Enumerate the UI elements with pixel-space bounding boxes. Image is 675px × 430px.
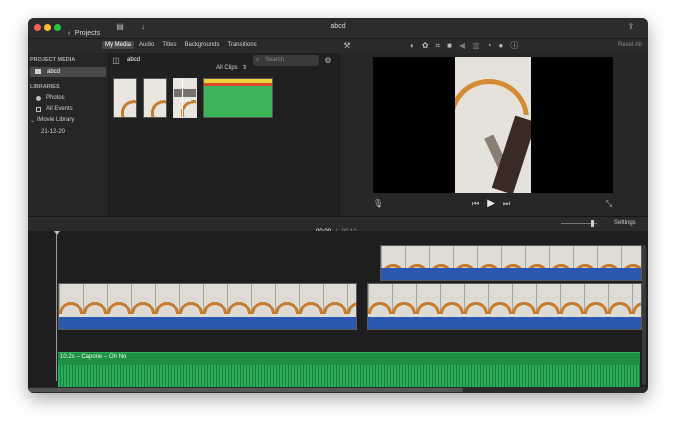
audio-clip-label: 10.2s – Capone – Oh No bbox=[60, 354, 127, 360]
clip-filter-label: All Clips bbox=[216, 65, 238, 71]
magic-wand-icon[interactable]: ⚒ bbox=[342, 41, 352, 51]
disclosure-chevron-icon[interactable]: ⌄ bbox=[30, 117, 35, 124]
thumbnail-image bbox=[114, 79, 136, 117]
timeline: 10.2s – Capone – Oh No bbox=[28, 231, 648, 393]
horizontal-scrollbar[interactable] bbox=[28, 387, 648, 393]
search-placeholder: Search bbox=[265, 57, 285, 63]
sidebar-item-project-label: abcd bbox=[47, 69, 61, 75]
noise-reduction-icon[interactable]: ▥ bbox=[472, 41, 480, 51]
media-thumbnail[interactable] bbox=[113, 78, 137, 118]
sidebar-item-project[interactable]: abcd bbox=[30, 67, 106, 77]
add-clip-icon[interactable]: + bbox=[186, 107, 190, 113]
search-icon: ⌕ bbox=[256, 57, 260, 63]
photos-icon bbox=[36, 96, 41, 101]
audio-thumbnail[interactable] bbox=[203, 78, 273, 118]
libraries-header: LIBRARIES bbox=[30, 84, 60, 90]
media-thumbnail[interactable] bbox=[143, 78, 167, 118]
skip-forward-icon[interactable]: ⏭ bbox=[503, 199, 510, 209]
reset-all-button[interactable]: Reset All bbox=[618, 42, 642, 48]
sidebar-toggle-icon[interactable]: ◫ bbox=[111, 56, 121, 66]
color-correction-icon[interactable]: ✿ bbox=[422, 41, 429, 51]
tab-backgrounds[interactable]: Backgrounds bbox=[182, 41, 223, 49]
project-media-header: PROJECT MEDIA bbox=[30, 57, 76, 63]
volume-icon[interactable]: ◀ bbox=[459, 41, 465, 51]
tab-my-media[interactable]: My Media bbox=[102, 41, 135, 49]
connected-video-clip[interactable] bbox=[380, 245, 642, 281]
crop-icon[interactable]: ⌗ bbox=[436, 41, 441, 51]
search-field[interactable]: ⌕ Search bbox=[253, 55, 319, 66]
updown-chevron-icon: ⇕ bbox=[242, 65, 248, 71]
tab-titles[interactable]: Titles bbox=[159, 41, 179, 49]
playback-controls: ⏮ ▶ ⏭ bbox=[472, 199, 510, 209]
clip-audio-bar bbox=[59, 317, 356, 329]
media-thumbnail-selected[interactable]: 21.0s + bbox=[173, 78, 197, 118]
scrollbar-thumb[interactable] bbox=[28, 388, 463, 392]
tab-transitions[interactable]: Transitions bbox=[225, 41, 260, 49]
back-chevron-icon: ‹ bbox=[68, 30, 71, 37]
info-icon[interactable]: ⓘ bbox=[510, 41, 518, 51]
primary-video-clip[interactable] bbox=[367, 283, 642, 330]
vertical-scrollbar[interactable] bbox=[642, 245, 646, 385]
clip-filter-icon[interactable]: ● bbox=[498, 41, 503, 51]
zoom-slider-thumb[interactable] bbox=[591, 220, 594, 227]
microphone-icon[interactable]: 🎙 bbox=[373, 199, 383, 209]
sidebar-item-event[interactable]: 21-12-20 bbox=[41, 129, 65, 135]
skip-back-icon[interactable]: ⏮ bbox=[472, 199, 479, 209]
clip-filmstrip bbox=[368, 284, 641, 317]
sidebar-item-all-events[interactable]: All Events bbox=[36, 106, 106, 115]
settings-gear-icon[interactable]: ⚙ bbox=[323, 56, 333, 66]
libraries-sidebar: PROJECT MEDIA abcd LIBRARIES Photos All … bbox=[28, 53, 109, 216]
share-icon[interactable]: ⇪ bbox=[626, 22, 636, 32]
skimmer-line bbox=[182, 79, 183, 117]
sidebar-item-imovie-library-label: iMovie Library bbox=[37, 117, 75, 123]
speed-icon[interactable]: ◔ bbox=[487, 41, 492, 51]
clip-duration-label: 21.0s bbox=[178, 98, 192, 104]
clip-filter-dropdown[interactable]: All Clips ⇕ bbox=[216, 56, 247, 71]
film-icon bbox=[35, 69, 41, 74]
video-frame bbox=[455, 57, 531, 193]
primary-video-clip[interactable] bbox=[58, 283, 357, 330]
clip-filmstrip bbox=[381, 246, 641, 268]
playhead-line[interactable] bbox=[56, 231, 57, 381]
tab-audio[interactable]: Audio bbox=[136, 41, 157, 49]
clip-filmstrip bbox=[59, 284, 356, 317]
video-viewer[interactable] bbox=[373, 57, 613, 193]
events-icon bbox=[36, 107, 41, 112]
zoom-slider[interactable] bbox=[561, 220, 597, 227]
sidebar-item-all-events-label: All Events bbox=[46, 106, 73, 112]
color-balance-icon[interactable]: ◐ bbox=[410, 41, 415, 51]
background-audio-clip[interactable]: 10.2s – Capone – Oh No bbox=[58, 352, 640, 388]
sidebar-item-photos[interactable]: Photos bbox=[36, 95, 106, 104]
projects-back-label: Projects bbox=[74, 30, 101, 37]
sidebar-item-photos-label: Photos bbox=[46, 95, 65, 101]
audio-waveform bbox=[58, 365, 640, 388]
sidebar-item-imovie-library[interactable]: ⌄ iMovie Library bbox=[30, 117, 106, 126]
media-toolbar: My Media Audio Titles Backgrounds Transi… bbox=[28, 39, 648, 53]
viewer-panel: 🎙 ⏮ ▶ ⏭ ⤡ bbox=[339, 53, 648, 216]
imovie-window: ‹ Projects ▤ ↓ abcd ⇪ My Media Audio Tit… bbox=[28, 18, 648, 393]
thumbnail-image bbox=[144, 79, 166, 117]
title-bar: ‹ Projects ▤ ↓ abcd ⇪ bbox=[28, 18, 648, 39]
clip-audio-bar bbox=[381, 268, 641, 280]
clip-duration-badge: 21.0s bbox=[174, 89, 196, 104]
play-icon[interactable]: ▶ bbox=[487, 199, 495, 209]
adjustment-tools: ◐ ✿ ⌗ ■ ◀ ▥ ◔ ● ⓘ bbox=[410, 41, 518, 51]
waveform-peaks bbox=[204, 83, 272, 86]
fullscreen-icon[interactable]: ⤡ bbox=[604, 199, 614, 209]
timeline-settings-button[interactable]: Settings bbox=[614, 220, 636, 226]
clip-audio-bar bbox=[368, 317, 641, 329]
stabilization-icon[interactable]: ■ bbox=[447, 41, 452, 51]
browser-event-title: abcd bbox=[127, 57, 141, 63]
playhead-marker-icon[interactable] bbox=[54, 231, 60, 235]
media-browser: ◫ abcd All Clips ⇕ ⌕ Search ⚙ 21.0s + bbox=[109, 53, 338, 216]
timeline-header-bar: 00:00 / 00:10 Settings bbox=[28, 216, 648, 235]
media-tabs: My Media Audio Titles Backgrounds Transi… bbox=[102, 41, 260, 49]
window-title: abcd bbox=[330, 23, 346, 30]
